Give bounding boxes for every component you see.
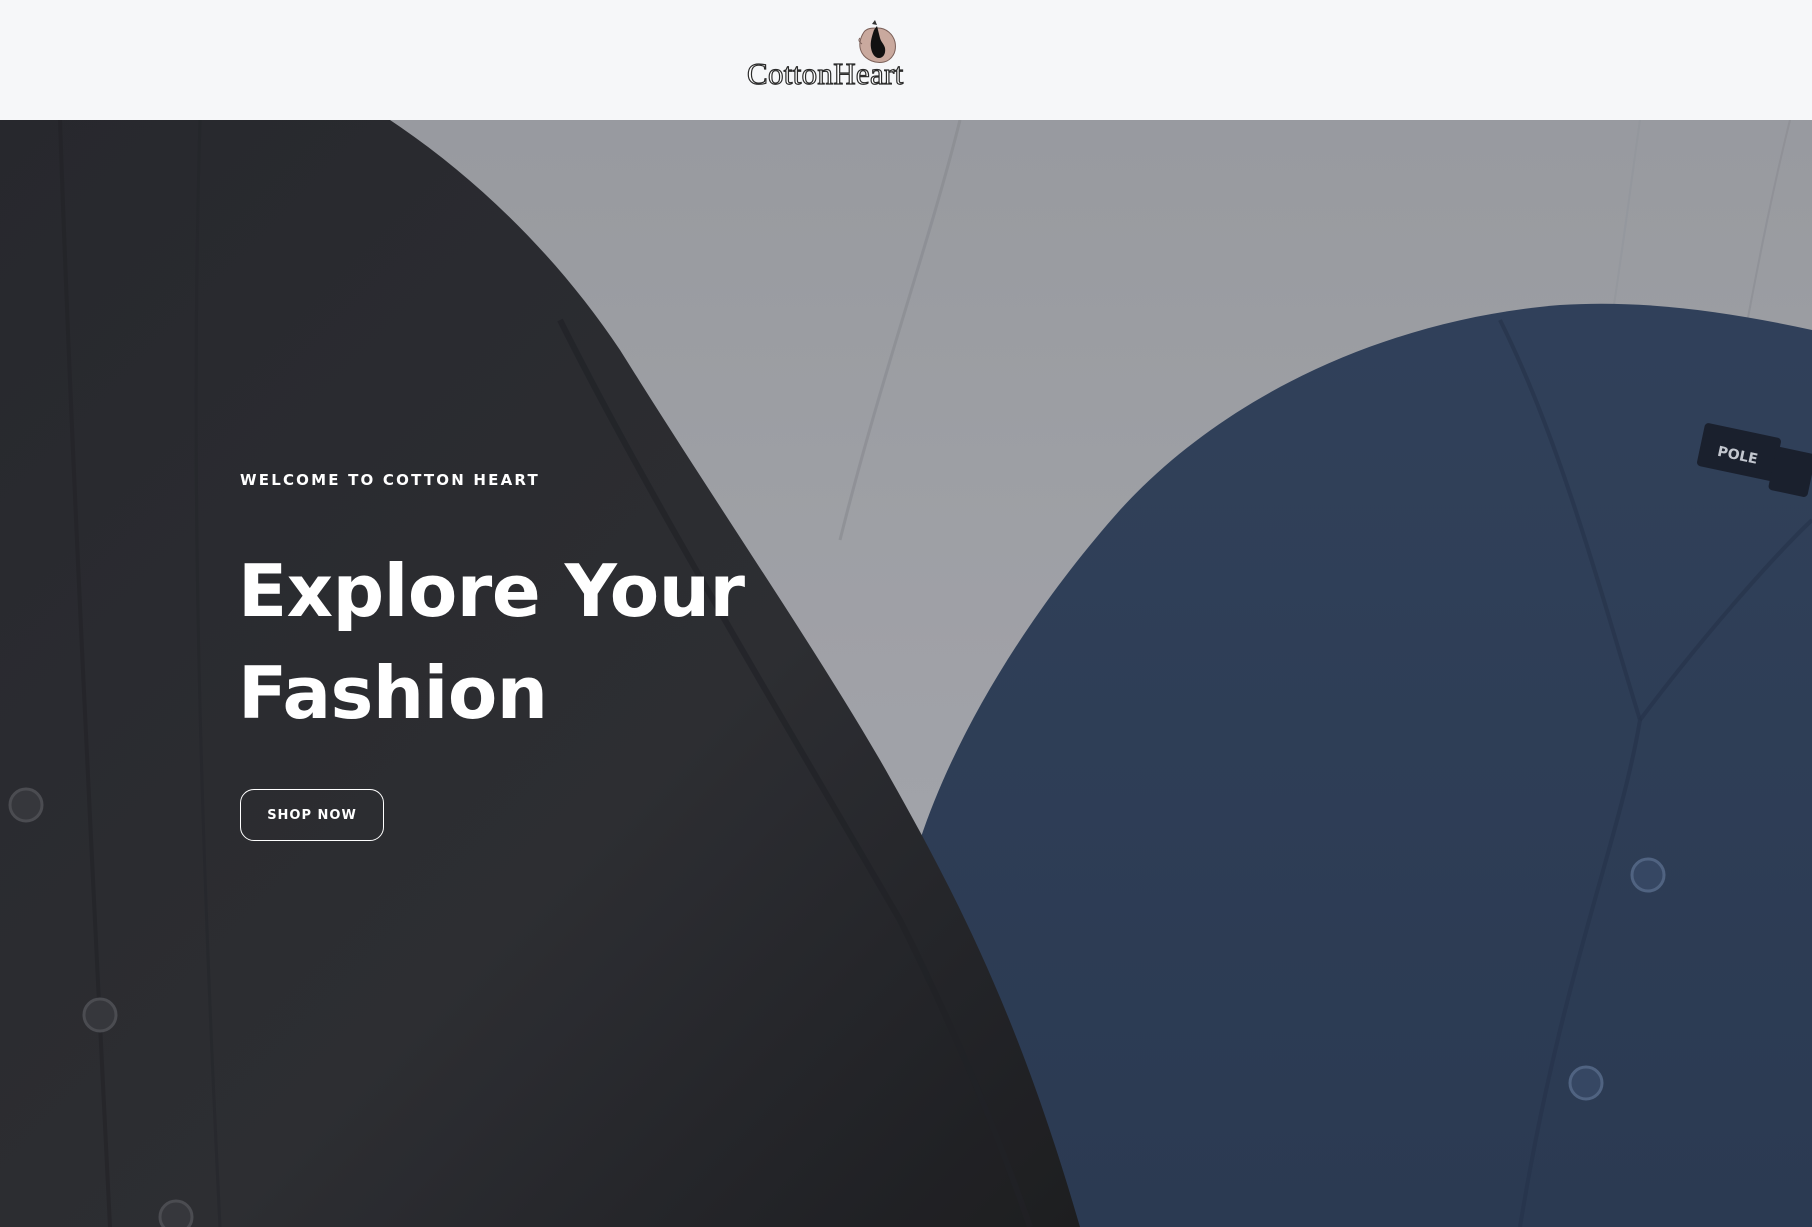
logo[interactable]: CottonHeart bbox=[745, 18, 915, 98]
shop-now-button[interactable]: SHOP NOW bbox=[240, 789, 384, 841]
hero-headline: Explore Your Fashion bbox=[238, 540, 938, 744]
hero-eyebrow: WELCOME TO COTTON HEART bbox=[240, 471, 540, 489]
hero-headline-line-1: Explore Your bbox=[238, 549, 745, 633]
site-header: CottonHeart bbox=[0, 0, 1812, 120]
hero-headline-line-2: Fashion bbox=[238, 651, 548, 735]
logo-text: CottonHeart bbox=[746, 55, 904, 91]
hero-banner: POLE WELCOME TO COTTON HEART Explore You… bbox=[0, 120, 1812, 1227]
